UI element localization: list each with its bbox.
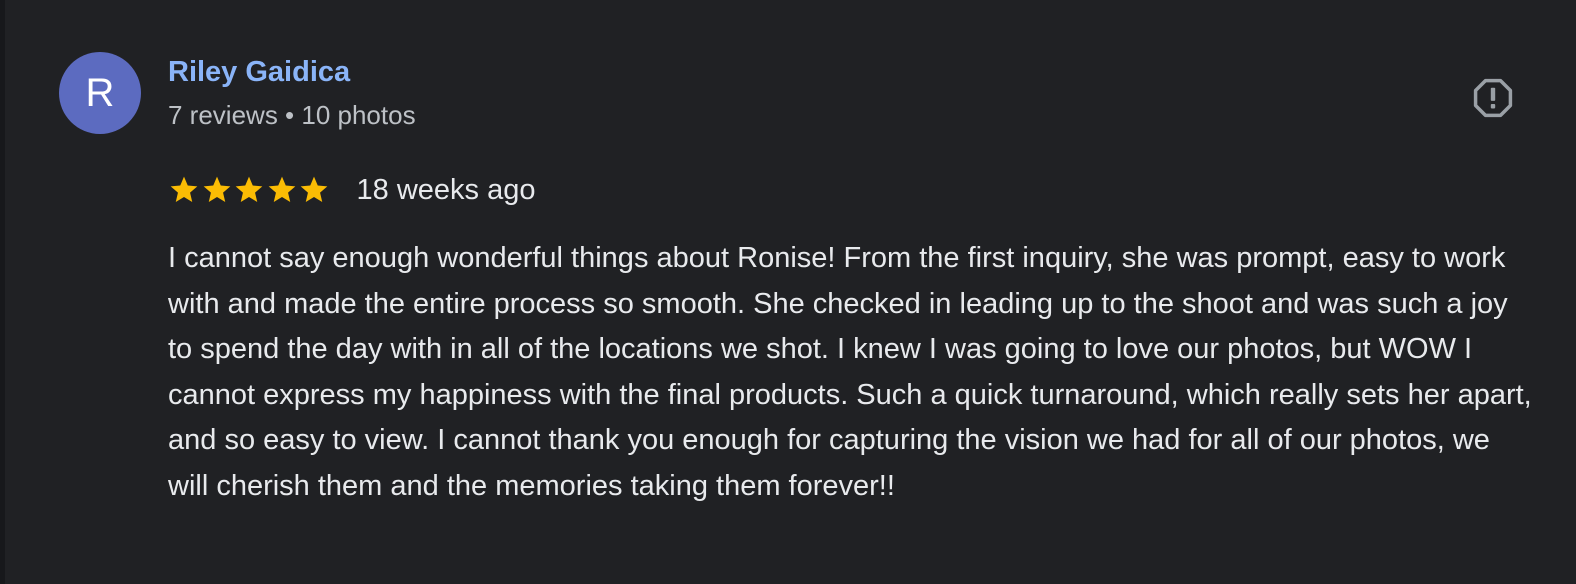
review-card: R Riley Gaidica 7 reviews • 10 photos 18…	[5, 0, 1576, 584]
star-icon	[170, 176, 198, 202]
star-icon	[203, 176, 230, 202]
report-review-button[interactable]	[1469, 74, 1517, 122]
reviewer-stats: 7 reviews • 10 photos	[168, 100, 416, 130]
star-icon	[268, 176, 295, 202]
reviewer-name[interactable]: Riley Gaidica	[168, 56, 350, 89]
report-octagon-icon	[1473, 78, 1513, 118]
star-icon	[235, 176, 263, 202]
rating-row: 18 weeks ago	[168, 170, 535, 210]
star-rating	[168, 174, 331, 206]
avatar[interactable]: R	[59, 52, 141, 134]
review-time: 18 weeks ago	[356, 173, 536, 206]
star-icon	[300, 176, 328, 202]
review-text: I cannot say enough wonderful things abo…	[168, 242, 1532, 502]
avatar-initial: R	[85, 70, 115, 115]
